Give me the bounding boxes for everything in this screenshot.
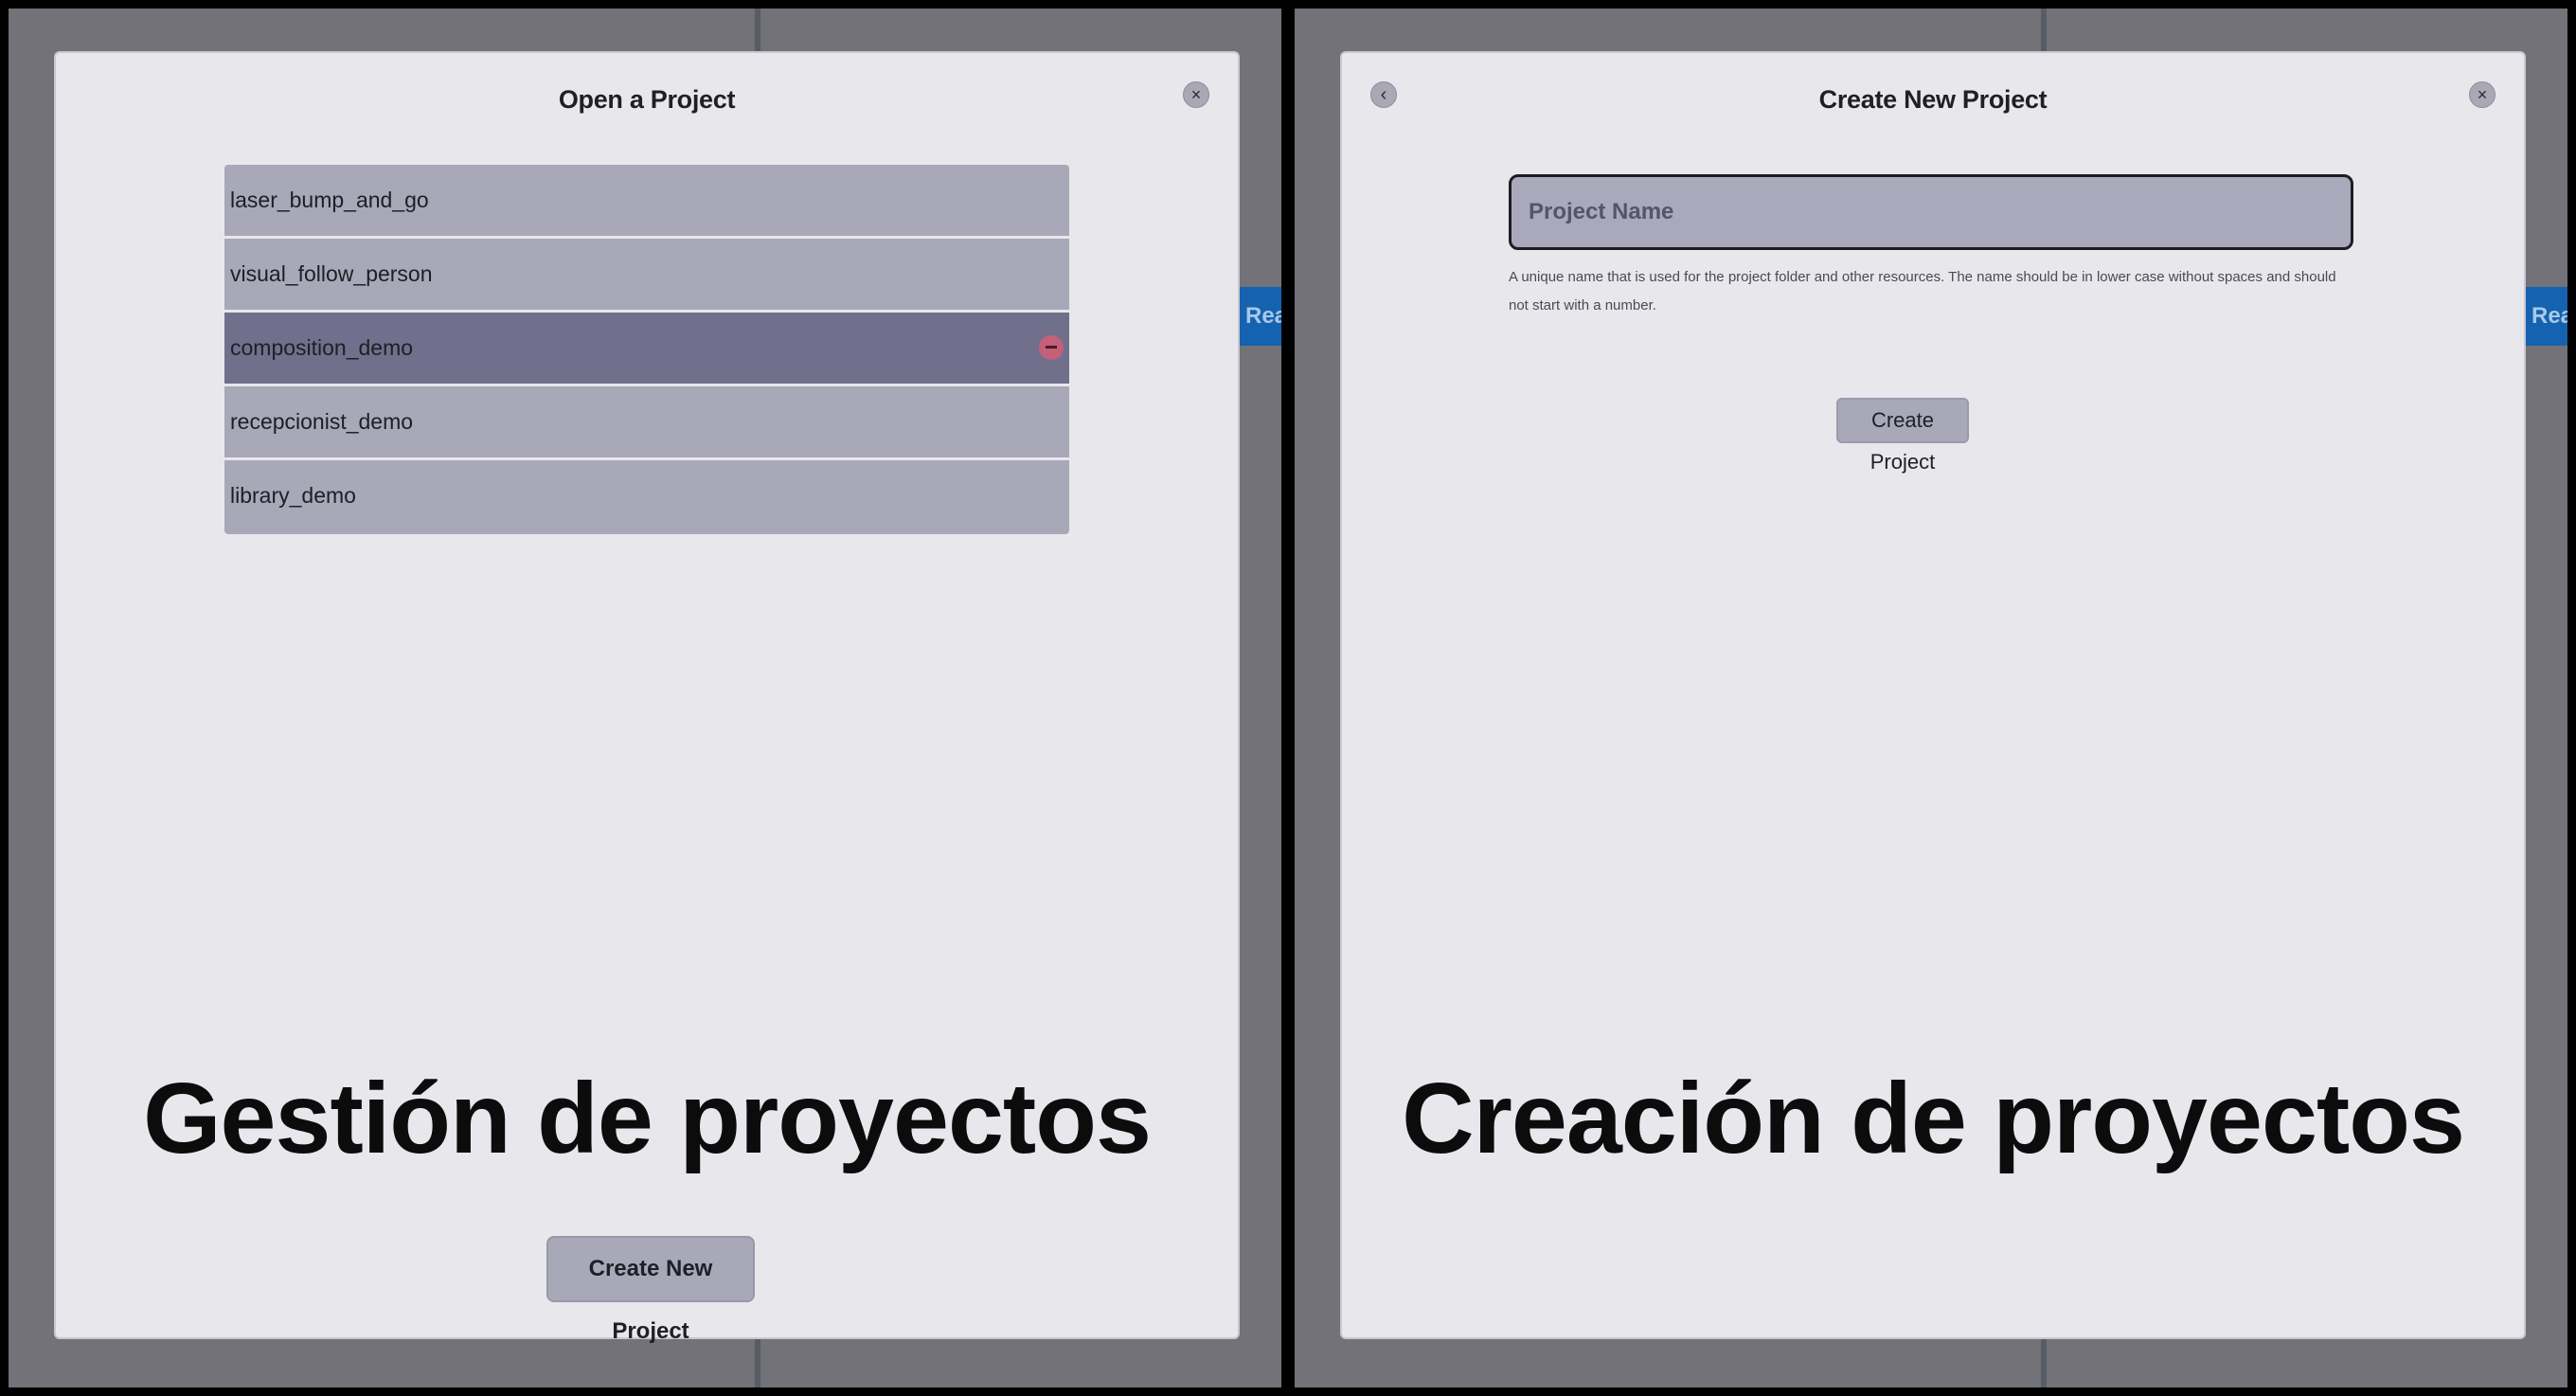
project-item-label: visual_follow_person	[230, 261, 433, 286]
project-item-label: composition_demo	[230, 335, 414, 360]
project-name-input[interactable]	[1509, 174, 2353, 250]
project-item-label: recepcionist_demo	[230, 409, 414, 434]
project-name-helper-text: A unique name that is used for the proje…	[1509, 269, 2336, 313]
left-screenshot-panel: Reac Open a Project × laser_bump_and_go …	[9, 9, 1281, 1387]
project-item-label: library_demo	[230, 483, 356, 508]
project-item-selected[interactable]: composition_demo	[224, 313, 1069, 386]
background-divider	[2041, 1338, 2047, 1387]
dialog-title: Open a Project	[558, 85, 736, 114]
background-divider	[2041, 9, 2047, 52]
remove-icon[interactable]	[1039, 335, 1064, 360]
caption-overlay: Creación de proyectos	[1402, 1063, 2465, 1174]
project-item-label: laser_bump_and_go	[230, 188, 429, 212]
background-divider	[755, 1338, 760, 1387]
create-project-button[interactable]: Create Project	[1836, 398, 1969, 474]
project-item[interactable]: library_demo	[224, 460, 1069, 534]
create-new-project-button[interactable]: Create New Project	[546, 1236, 755, 1344]
close-icon[interactable]: ×	[2469, 81, 2496, 108]
create-project-dialog: ‹ Create New Project × A unique name tha…	[1340, 51, 2526, 1339]
project-item[interactable]: recepcionist_demo	[224, 386, 1069, 460]
caption-overlay: Gestión de proyectos	[143, 1063, 1152, 1174]
project-item[interactable]: laser_bump_and_go	[224, 165, 1069, 239]
project-item[interactable]: visual_follow_person	[224, 239, 1069, 313]
close-icon[interactable]: ×	[1183, 81, 1209, 108]
project-list: laser_bump_and_go visual_follow_person c…	[224, 165, 1069, 534]
dialog-title: Create New Project	[1818, 85, 2048, 114]
side-tab[interactable]: Reac	[1240, 287, 1281, 346]
open-project-dialog: Open a Project × laser_bump_and_go visua…	[54, 51, 1240, 1344]
right-screenshot-panel: Reac ‹ Create New Project × A unique nam…	[1295, 9, 2567, 1387]
background-divider	[755, 9, 760, 52]
side-tab[interactable]: Reac	[2526, 287, 2567, 346]
